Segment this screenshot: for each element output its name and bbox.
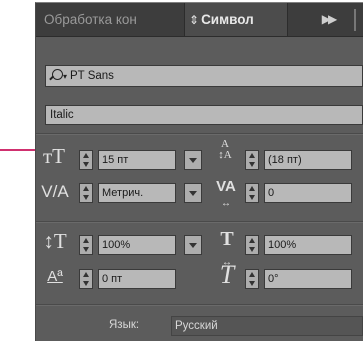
tab-character[interactable]: ⇕ Символ	[184, 3, 288, 36]
vertical-scale-stepper[interactable]	[79, 235, 93, 255]
skew-stepper[interactable]	[245, 269, 259, 289]
callout-line	[0, 149, 38, 151]
search-icon[interactable]	[52, 69, 63, 80]
font-size-stepper[interactable]	[79, 150, 93, 170]
font-size-dropdown[interactable]	[184, 150, 202, 170]
horizontal-scale-stepper[interactable]	[245, 235, 259, 255]
tab-character-label: Символ	[201, 12, 254, 27]
baseline-shift-icon: Aª	[47, 268, 63, 285]
vertical-scale-dropdown[interactable]	[184, 235, 202, 255]
font-style-field[interactable]: Italic	[45, 105, 363, 125]
baseline-shift-input[interactable]: 0 пт	[98, 269, 176, 289]
tab-swap-icon: ⇕	[189, 13, 200, 27]
language-label: Язык:	[109, 319, 140, 331]
font-size-input[interactable]: 15 пт	[98, 150, 176, 170]
leading-icon: A ↕A	[218, 138, 232, 161]
kerning-icon: V/A	[41, 182, 69, 201]
vertical-scale-input[interactable]: 100%	[98, 235, 176, 255]
baseline-shift-stepper[interactable]	[79, 269, 93, 289]
character-panel: Обработка кон ⇕ Символ ▶▶ ▾ PT Sans Italic…	[35, 2, 363, 341]
divider	[36, 221, 363, 223]
tracking-input[interactable]: 0	[264, 183, 352, 203]
panel-grip[interactable]	[354, 9, 356, 31]
leading-input[interactable]: (18 пт)	[264, 150, 352, 170]
vertical-scale-icon: ↕T	[43, 229, 67, 253]
kerning-stepper[interactable]	[79, 183, 93, 203]
tracking-icon: VA ↔	[216, 178, 236, 209]
language-select[interactable]: Русский	[171, 316, 363, 336]
font-family-value: PT Sans	[70, 70, 114, 82]
leading-stepper[interactable]	[245, 150, 259, 170]
kerning-input[interactable]: Метрич.	[98, 183, 176, 203]
divider	[36, 133, 363, 135]
font-style-value: Italic	[50, 109, 74, 121]
font-size-icon: ᴛT	[42, 144, 65, 168]
kerning-dropdown[interactable]	[184, 183, 202, 203]
panel-tab-bar: Обработка кон ⇕ Символ ▶▶	[36, 3, 363, 37]
search-caret-icon[interactable]: ▾	[63, 72, 67, 81]
horizontal-scale-input[interactable]: 100%	[264, 235, 352, 255]
tab-paragraph-composition[interactable]: Обработка кон	[44, 3, 184, 36]
divider	[36, 304, 363, 306]
tracking-stepper[interactable]	[245, 183, 259, 203]
skew-input[interactable]: 0°	[264, 269, 352, 289]
skew-icon: T	[219, 260, 235, 289]
font-family-field[interactable]: ▾ PT Sans	[45, 65, 363, 87]
double-chevron-right-icon[interactable]: ▶▶	[310, 3, 346, 36]
